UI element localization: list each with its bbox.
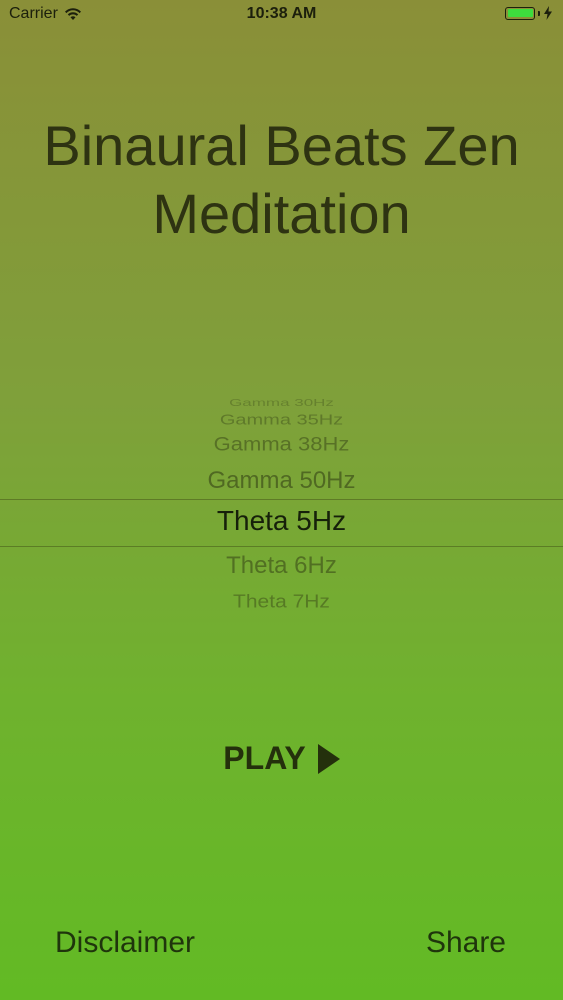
charging-bolt-icon [544,6,552,20]
picker-option[interactable]: Gamma 35Hz [0,412,563,429]
title-line-2: Meditation [152,182,411,245]
battery-indicator [505,6,553,20]
share-button[interactable]: Share [426,926,506,960]
picker-option-selected[interactable]: Theta 5Hz [0,505,563,537]
play-icon [317,743,340,774]
picker-option[interactable]: Theta 7Hz [0,591,563,613]
battery-icon [505,6,535,20]
picker-option[interactable]: Gamma 30Hz [0,397,563,409]
play-button[interactable]: PLAY [0,740,563,777]
page-title: Binaural Beats Zen Meditation [0,112,563,248]
title-line-1: Binaural Beats Zen [43,114,520,177]
picker-option[interactable]: Theta 6Hz [0,552,563,580]
disclaimer-button[interactable]: Disclaimer [55,926,195,960]
status-time: 10:38 AM [246,5,317,22]
picker-option[interactable]: Gamma 50Hz [0,467,563,495]
battery-tip [538,10,540,16]
play-label: PLAY [223,740,306,776]
picker-selection-bottom-line [0,546,563,547]
battery-fill [507,9,533,17]
status-bar: Carrier 10:38 AM [0,0,563,30]
picker-selection-top-line [0,499,563,500]
picker-option[interactable]: Gamma 38Hz [0,432,563,455]
frequency-picker[interactable]: Gamma 30Hz Gamma 35Hz Gamma 38Hz Gamma 5… [0,385,563,625]
